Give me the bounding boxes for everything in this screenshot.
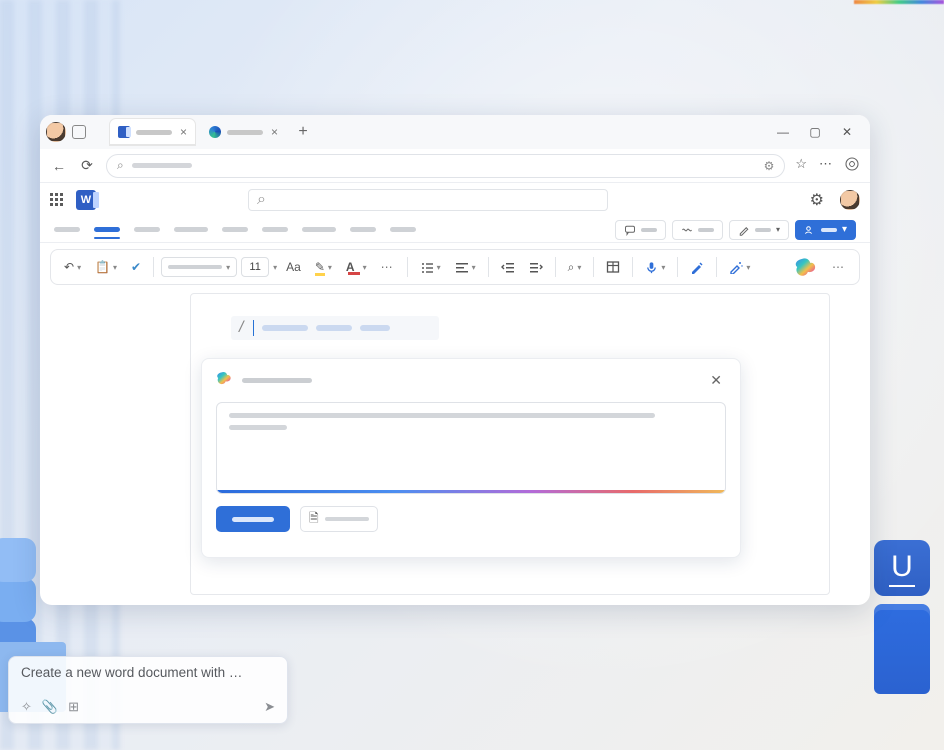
- grid-icon[interactable]: ⊞: [68, 699, 79, 715]
- change-case-button[interactable]: Aa: [281, 257, 306, 277]
- account-avatar-icon[interactable]: [840, 190, 860, 210]
- catch-up-button[interactable]: [672, 220, 723, 240]
- ribbon-tabs: ▾ ▾: [40, 217, 870, 243]
- rainbow-accent: [854, 0, 944, 4]
- copilot-generate-button[interactable]: [216, 506, 290, 532]
- copilot-icon: [216, 369, 234, 392]
- comments-button[interactable]: [615, 220, 666, 240]
- tab-close-icon[interactable]: ×: [180, 125, 187, 139]
- ghost-text: [262, 325, 308, 331]
- refresh-button[interactable]: ⟳: [78, 157, 96, 174]
- paste-button[interactable]: 📋▾: [90, 257, 122, 277]
- toolbar-overflow-button[interactable]: ⋯: [827, 257, 851, 277]
- close-icon[interactable]: ✕: [706, 370, 726, 391]
- copilot-browser-icon[interactable]: [844, 156, 860, 175]
- tab-edge[interactable]: ×: [201, 119, 286, 145]
- suggested-prompt-chip[interactable]: Create a new word document with … ✧ 📎 ⊞ …: [8, 656, 288, 724]
- tab-title-placeholder: [227, 130, 263, 135]
- search-icon: ⌕: [257, 191, 266, 209]
- ribbon-toolbar: ↶▾ 📋▾ ✔ ▾ 11▾ Aa ✎▾ A ▾ ⋯ ▾ ▾ ⌕▾: [50, 249, 860, 285]
- decor-cylinder: [874, 604, 930, 694]
- designer-button[interactable]: ▾: [724, 257, 755, 277]
- tab-word-online[interactable]: ×: [110, 119, 195, 145]
- decor-right: U: [874, 540, 944, 690]
- decrease-indent-button[interactable]: [496, 257, 520, 277]
- app-launcher-icon[interactable]: [50, 193, 64, 207]
- ribbon-tab[interactable]: [390, 227, 416, 232]
- document-canvas[interactable]: / ✕: [190, 293, 830, 595]
- inline-slash-prompt[interactable]: /: [231, 316, 439, 340]
- ribbon-tab[interactable]: [350, 227, 376, 232]
- word-search-box[interactable]: ⌕: [248, 189, 608, 211]
- window-minimize-button[interactable]: —: [774, 125, 792, 139]
- tab-close-icon[interactable]: ×: [271, 125, 278, 139]
- favorite-icon[interactable]: ☆: [795, 156, 807, 175]
- back-button[interactable]: ←: [50, 158, 68, 174]
- align-button[interactable]: ▾: [450, 257, 481, 277]
- word-header: W ⌕ ⚙: [40, 183, 870, 217]
- word-icon: [118, 126, 130, 138]
- copilot-icon[interactable]: [793, 253, 821, 281]
- tab-title-placeholder: [136, 130, 172, 135]
- ribbon-tab[interactable]: [302, 227, 336, 232]
- browser-window: × × + — ▢ ✕ ← ⟳ ⌕ ⚙ ☆ ⋯: [40, 115, 870, 605]
- input-placeholder-line: [229, 413, 655, 418]
- site-settings-icon[interactable]: ⚙: [764, 159, 775, 173]
- ribbon-tab-home[interactable]: [94, 227, 120, 232]
- title-bar: × × + — ▢ ✕: [40, 115, 870, 149]
- attach-icon[interactable]: 📎: [42, 699, 58, 715]
- copilot-title-placeholder: [242, 378, 312, 383]
- slash-prefix: /: [239, 319, 243, 337]
- font-color-button[interactable]: A ▾: [341, 257, 372, 278]
- reference-file-icon: 🗎: [309, 509, 319, 530]
- word-logo-icon[interactable]: W: [76, 190, 96, 210]
- copilot-gradient-accent: [217, 490, 725, 493]
- ribbon-tab[interactable]: [222, 227, 248, 232]
- ribbon-tab[interactable]: [262, 227, 288, 232]
- address-bar-row: ← ⟳ ⌕ ⚙ ☆ ⋯: [40, 149, 870, 183]
- text-cursor: [253, 320, 254, 336]
- find-button[interactable]: ⌕▾: [563, 257, 587, 278]
- copilot-compose-popup: ✕ 🗎: [201, 358, 741, 558]
- ghost-text: [360, 325, 390, 331]
- font-more-button[interactable]: ⋯: [376, 257, 400, 277]
- highlight-color-button[interactable]: ✎▾: [310, 257, 337, 277]
- window-maximize-button[interactable]: ▢: [806, 125, 824, 139]
- ribbon-tab[interactable]: [54, 227, 80, 232]
- font-family-select[interactable]: ▾: [161, 257, 237, 277]
- new-tab-button[interactable]: +: [292, 123, 314, 141]
- dictate-button[interactable]: ▾: [640, 258, 670, 277]
- prompt-chip-text: Create a new word document with …: [21, 665, 275, 680]
- editor-button[interactable]: [685, 257, 709, 277]
- editing-mode-button[interactable]: ▾: [729, 220, 789, 240]
- workspaces-icon[interactable]: [72, 125, 86, 139]
- browser-more-icon[interactable]: ⋯: [819, 156, 832, 175]
- format-painter-button[interactable]: ✔: [126, 257, 146, 277]
- settings-icon[interactable]: ⚙: [810, 190, 824, 210]
- underline-format-tile: U: [874, 540, 930, 596]
- address-bar[interactable]: ⌕ ⚙: [106, 154, 785, 178]
- input-placeholder-line: [229, 425, 287, 430]
- address-placeholder: [132, 163, 192, 168]
- increase-indent-button[interactable]: [524, 257, 548, 277]
- ghost-text: [316, 325, 352, 331]
- profile-avatar-icon[interactable]: [46, 122, 66, 142]
- ribbon-tab[interactable]: [134, 227, 160, 232]
- send-icon[interactable]: ➤: [264, 699, 275, 715]
- copilot-reference-button[interactable]: 🗎: [300, 506, 378, 532]
- font-size-input[interactable]: 11: [241, 257, 269, 277]
- window-close-button[interactable]: ✕: [838, 125, 856, 139]
- ribbon-tab[interactable]: [174, 227, 208, 232]
- edge-icon: [209, 126, 221, 138]
- share-button[interactable]: ▾: [795, 220, 856, 240]
- undo-button[interactable]: ↶▾: [59, 257, 86, 277]
- search-icon: ⌕: [117, 158, 124, 173]
- bullets-button[interactable]: ▾: [415, 257, 446, 277]
- copilot-prompt-input[interactable]: [216, 402, 726, 494]
- insert-table-button[interactable]: [601, 257, 625, 277]
- sparkle-icon[interactable]: ✧: [21, 699, 32, 715]
